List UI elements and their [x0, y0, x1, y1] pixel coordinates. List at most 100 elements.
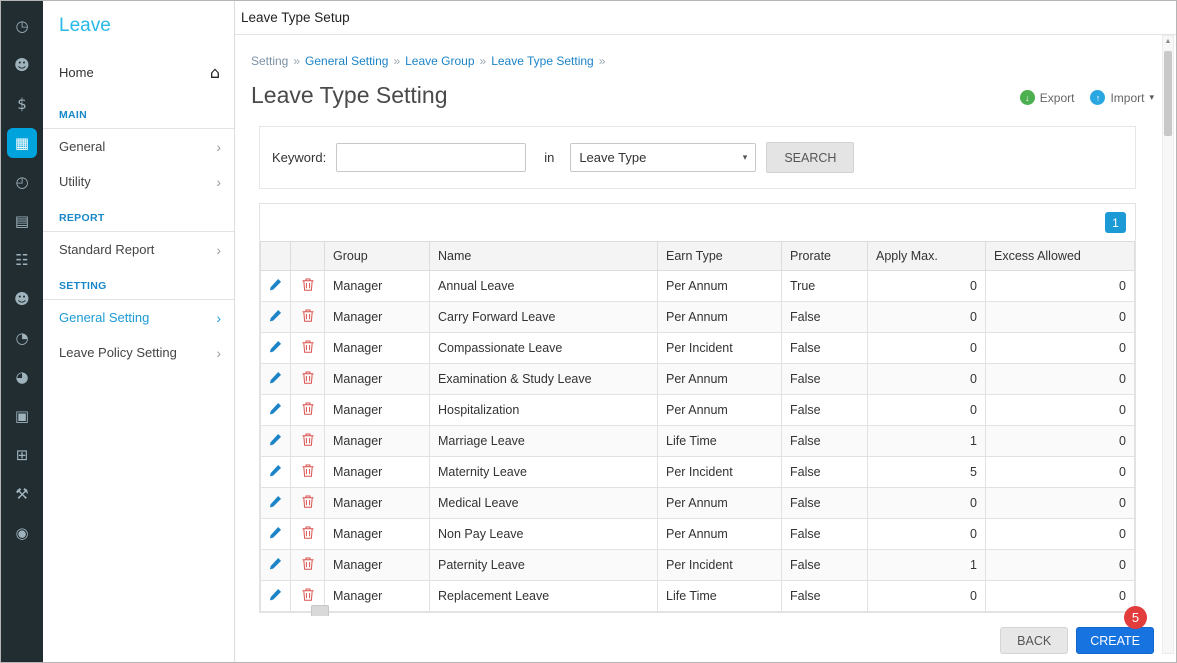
content-area: Setting » General Setting » Leave Group » Leav…: [235, 35, 1176, 654]
cell-name: Examination & Study Leave: [429, 363, 658, 395]
employees-icon[interactable]: ☻: [7, 50, 37, 80]
breadcrumb-separator: »: [598, 54, 606, 68]
breadcrumb-link[interactable]: Leave Group: [405, 54, 474, 68]
menu-section-header: MAIN: [43, 96, 234, 129]
chevron-right-icon: ›: [216, 138, 221, 155]
menu-section-items: General Setting › Leave Policy Setting ›: [43, 300, 234, 370]
cell-name: Medical Leave: [429, 487, 658, 519]
report-grid-icon[interactable]: ⊞: [7, 440, 37, 470]
delete-icon[interactable]: [302, 495, 314, 508]
export-import-actions: ↓ Export ↑ Import ▾: [1019, 90, 1154, 109]
edit-icon[interactable]: [269, 278, 282, 291]
scrollbar-thumb[interactable]: [1164, 51, 1172, 136]
edit-icon[interactable]: [269, 371, 282, 384]
tools-icon[interactable]: ⚒: [7, 479, 37, 509]
menu-item-label: General: [59, 139, 106, 154]
vertical-scrollbar[interactable]: ▲: [1162, 35, 1174, 654]
breadcrumb-link[interactable]: Leave Type Setting: [491, 54, 594, 68]
delete-icon[interactable]: [302, 402, 314, 415]
sidebar-item-leave-policy-setting[interactable]: Leave Policy Setting ›: [43, 335, 234, 370]
schedule-calendar-icon[interactable]: ☷: [7, 245, 37, 275]
claim-document-icon[interactable]: ▤: [7, 206, 37, 236]
app-window: ◷ ☻ $ ▦ ◴ ▤ ☷ ☻ ◔ ◕ ▣ ⊞ ⚒ ◉ Leave Home ⌂ MAIN General…: [0, 0, 1177, 663]
back-button[interactable]: BACK: [1000, 627, 1069, 654]
delete-icon[interactable]: [302, 340, 314, 353]
delete-icon[interactable]: [302, 588, 314, 601]
cell-name: Marriage Leave: [429, 425, 658, 457]
search-button[interactable]: SEARCH: [766, 142, 855, 173]
attendance-clock-icon[interactable]: ◴: [7, 167, 37, 197]
about-compass-icon[interactable]: ◉: [7, 518, 37, 548]
appraisal-badge-icon[interactable]: ▣: [7, 401, 37, 431]
delete-icon[interactable]: [302, 557, 314, 570]
create-button[interactable]: CREATE: [1076, 627, 1154, 654]
edit-icon[interactable]: [269, 464, 282, 477]
cell-earn-type: Per Annum: [657, 518, 782, 550]
team-icon[interactable]: ☻: [7, 284, 37, 314]
export-button[interactable]: ↓ Export: [1019, 90, 1074, 105]
delete-icon[interactable]: [302, 278, 314, 291]
delete-icon[interactable]: [302, 371, 314, 384]
menu-section: SETTING General Setting › Leave Policy S…: [43, 267, 234, 370]
delete-icon[interactable]: [302, 526, 314, 539]
footer-actions: BACK CREATE 5: [251, 606, 1154, 654]
clipped-pagination-control[interactable]: [311, 605, 329, 616]
menu-section-items: General › Utility ›: [43, 129, 234, 199]
edit-icon[interactable]: [269, 402, 282, 415]
import-button[interactable]: ↑ Import ▾: [1090, 90, 1154, 105]
cell-excess: 0: [985, 487, 1135, 519]
edit-icon[interactable]: [269, 495, 282, 508]
leave-type-table: Group Name Earn Type Prorate Apply Max. …: [260, 241, 1135, 612]
cell-apply-max: 1: [867, 425, 986, 457]
in-label: in: [544, 150, 555, 165]
keyword-input[interactable]: [336, 143, 527, 172]
edit-icon[interactable]: [269, 588, 282, 601]
home-label: Home: [59, 65, 94, 80]
import-icon: ↑: [1090, 90, 1106, 105]
sidebar-item-general[interactable]: General ›: [43, 129, 234, 164]
overtime-clock-icon[interactable]: ◔: [7, 323, 37, 353]
edit-icon[interactable]: [269, 557, 282, 570]
column-header-apply-max: Apply Max.: [867, 241, 986, 271]
cell-group: Manager: [324, 363, 430, 395]
delete-icon[interactable]: [302, 433, 314, 446]
sidebar-item-standard-report[interactable]: Standard Report ›: [43, 232, 234, 267]
cell-group: Manager: [324, 301, 430, 333]
chevron-right-icon: ›: [216, 309, 221, 326]
cell-excess: 0: [985, 301, 1135, 333]
edit-icon[interactable]: [269, 433, 282, 446]
breadcrumb-separator: »: [393, 54, 401, 68]
column-header-name: Name: [429, 241, 658, 271]
flexi-hour-clock-icon[interactable]: ◕: [7, 362, 37, 392]
payroll-icon[interactable]: $: [7, 89, 37, 119]
sidebar-item-general-setting[interactable]: General Setting ›: [43, 300, 234, 335]
table-row: Manager Hospitalization Per Annum False …: [260, 394, 1135, 426]
leave-icon[interactable]: ▦: [7, 128, 37, 158]
menu-section: MAIN General › Utility ›: [43, 96, 234, 199]
search-field-select[interactable]: Leave Type ▾: [570, 143, 757, 172]
delete-icon[interactable]: [302, 464, 314, 477]
page-number-badge[interactable]: 1: [1105, 212, 1126, 233]
cell-prorate: False: [781, 363, 868, 395]
dashboard-icon[interactable]: ◷: [7, 11, 37, 41]
table-row: Manager Carry Forward Leave Per Annum Fa…: [260, 301, 1135, 333]
cell-prorate: False: [781, 394, 868, 426]
edit-icon[interactable]: [269, 526, 282, 539]
sidebar-item-home[interactable]: Home ⌂: [43, 55, 234, 96]
cell-excess: 0: [985, 518, 1135, 550]
column-header-excess-allowed: Excess Allowed: [985, 241, 1135, 271]
cell-prorate: False: [781, 456, 868, 488]
cell-name: Annual Leave: [429, 270, 658, 302]
grid-panel: 1 Group Name Earn Type Prorate Apply Max…: [259, 203, 1136, 613]
breadcrumb-link[interactable]: General Setting: [305, 54, 388, 68]
table-row: Manager Marriage Leave Life Time False 1…: [260, 425, 1135, 457]
edit-icon[interactable]: [269, 309, 282, 322]
menu-item-label: General Setting: [59, 310, 150, 325]
scrollbar-up-arrow-icon[interactable]: ▲: [1163, 38, 1173, 45]
edit-icon[interactable]: [269, 340, 282, 353]
delete-icon[interactable]: [302, 309, 314, 322]
menu-item-label: Standard Report: [59, 242, 155, 257]
sidebar-item-utility[interactable]: Utility ›: [43, 164, 234, 199]
cell-name: Replacement Leave: [429, 580, 658, 612]
cell-group: Manager: [324, 425, 430, 457]
